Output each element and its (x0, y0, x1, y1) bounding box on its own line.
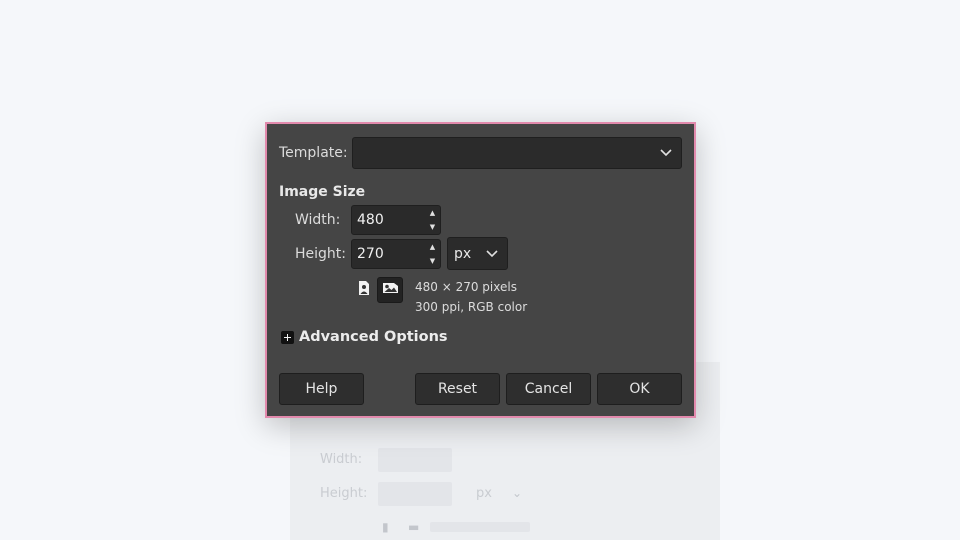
width-spin-buttons: ▲ ▼ (425, 206, 440, 234)
portrait-button[interactable] (351, 277, 377, 303)
new-image-dialog: Template: Image Size Width: ▲ ▼ Height: … (265, 122, 696, 418)
height-spin-buttons: ▲ ▼ (425, 240, 440, 268)
width-spinbox[interactable]: ▲ ▼ (351, 205, 441, 235)
width-decrement-icon[interactable]: ▼ (425, 220, 440, 234)
reset-button[interactable]: Reset (415, 373, 500, 405)
bg-unit-label: px (476, 486, 492, 501)
height-decrement-icon[interactable]: ▼ (425, 254, 440, 268)
width-input[interactable] (352, 206, 422, 234)
landscape-button[interactable] (377, 277, 403, 303)
unit-combo[interactable]: px (447, 237, 508, 270)
bg-portrait-icon: ▮ (382, 520, 389, 534)
image-dimensions-text: 480 × 270 pixels (415, 280, 517, 294)
chevron-down-icon (486, 246, 498, 262)
bg-landscape-icon: ▬ (408, 520, 420, 534)
width-increment-icon[interactable]: ▲ (425, 206, 440, 220)
width-label: Width: (295, 212, 341, 228)
advanced-options-expander[interactable]: Advanced Options (281, 329, 448, 345)
image-resolution-text: 300 ppi, RGB color (415, 300, 528, 314)
landscape-orientation-icon (382, 281, 399, 299)
unit-combo-value: px (454, 246, 472, 262)
image-size-info: 480 × 270 pixels 300 ppi, RGB color (415, 277, 527, 317)
bg-width-field (378, 448, 452, 472)
advanced-options-label: Advanced Options (299, 329, 448, 345)
bg-height-label: Height: (320, 486, 368, 501)
chevron-down-icon (660, 145, 672, 161)
bg-chevron-down-icon: ⌄ (512, 486, 523, 500)
cancel-button[interactable]: Cancel (506, 373, 591, 405)
height-spinbox[interactable]: ▲ ▼ (351, 239, 441, 269)
template-combo[interactable] (352, 137, 682, 169)
plus-expand-icon (281, 330, 294, 344)
portrait-orientation-icon (357, 280, 371, 300)
height-label: Height: (295, 246, 346, 262)
height-increment-icon[interactable]: ▲ (425, 240, 440, 254)
help-button[interactable]: Help (279, 373, 364, 405)
bg-height-field (378, 482, 452, 506)
image-size-title: Image Size (279, 184, 366, 200)
ok-button[interactable]: OK (597, 373, 682, 405)
height-input[interactable] (352, 240, 422, 268)
bg-info-text (430, 522, 530, 532)
bg-width-label: Width: (320, 452, 363, 467)
template-label: Template: (279, 145, 348, 161)
